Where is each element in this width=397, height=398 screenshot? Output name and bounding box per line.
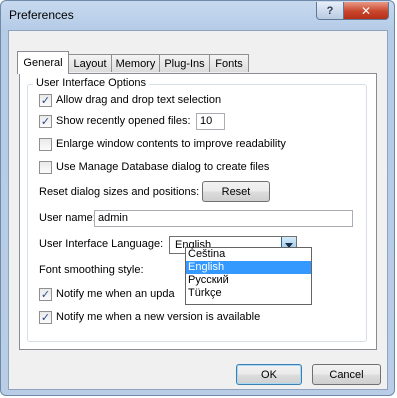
language-option-english[interactable]: English xyxy=(186,261,311,274)
allow-drag-drop-label: Allow drag and drop text selection xyxy=(56,94,222,106)
user-name-label: User name: xyxy=(39,212,96,224)
close-button[interactable]: ✕ xyxy=(343,2,389,20)
enlarge-window-checkbox[interactable] xyxy=(39,138,52,151)
ui-language-label: User Interface Language: xyxy=(39,238,164,250)
manage-db-checkbox[interactable] xyxy=(39,161,52,174)
tab-fonts[interactable]: Fonts xyxy=(209,54,249,72)
manage-db-label: Use Manage Database dialog to create fil… xyxy=(56,161,270,173)
user-name-input[interactable]: admin xyxy=(94,210,353,227)
dialog-body: General Layout Memory Plug-Ins Fonts Use… xyxy=(8,30,388,390)
recent-files-count-input[interactable]: 10 xyxy=(196,113,225,130)
help-button[interactable]: ? xyxy=(316,2,344,20)
language-option-cestina[interactable]: Čeština xyxy=(186,248,311,261)
group-title: User Interface Options xyxy=(33,77,150,89)
enlarge-window-label: Enlarge window contents to improve reada… xyxy=(56,138,286,150)
language-option-turkce[interactable]: Türkçe xyxy=(186,287,311,300)
show-recent-checkbox[interactable]: ✓ xyxy=(39,115,52,128)
tab-plug-ins[interactable]: Plug-Ins xyxy=(159,54,210,72)
tab-layout[interactable]: Layout xyxy=(68,54,112,72)
tab-memory[interactable]: Memory xyxy=(111,54,160,72)
reset-dialog-label: Reset dialog sizes and positions: xyxy=(39,186,200,198)
notify-version-checkbox[interactable]: ✓ xyxy=(39,311,52,324)
tab-general[interactable]: General xyxy=(17,51,69,74)
ok-button[interactable]: OK xyxy=(236,364,302,385)
notify-update-label: Notify me when an upda xyxy=(56,288,175,300)
show-recent-label: Show recently opened files: xyxy=(56,115,191,127)
language-option-russian[interactable]: Русский xyxy=(186,274,311,287)
font-smoothing-label: Font smoothing style: xyxy=(39,264,144,276)
allow-drag-drop-checkbox[interactable]: ✓ xyxy=(39,94,52,107)
title-bar[interactable]: Preferences ? ✕ xyxy=(1,1,394,31)
preferences-window: Preferences ? ✕ General Layout Memory Pl… xyxy=(0,0,395,396)
general-tab-panel: User Interface Options ✓ Allow drag and … xyxy=(19,73,377,350)
notify-update-checkbox[interactable]: ✓ xyxy=(39,288,52,301)
cancel-button[interactable]: Cancel xyxy=(312,364,381,385)
ui-language-dropdown-list: Čeština English Русский Türkçe xyxy=(185,247,312,305)
reset-button[interactable]: Reset xyxy=(202,181,270,202)
window-title: Preferences xyxy=(9,8,74,22)
notify-version-label: Notify me when a new version is availabl… xyxy=(56,311,261,323)
